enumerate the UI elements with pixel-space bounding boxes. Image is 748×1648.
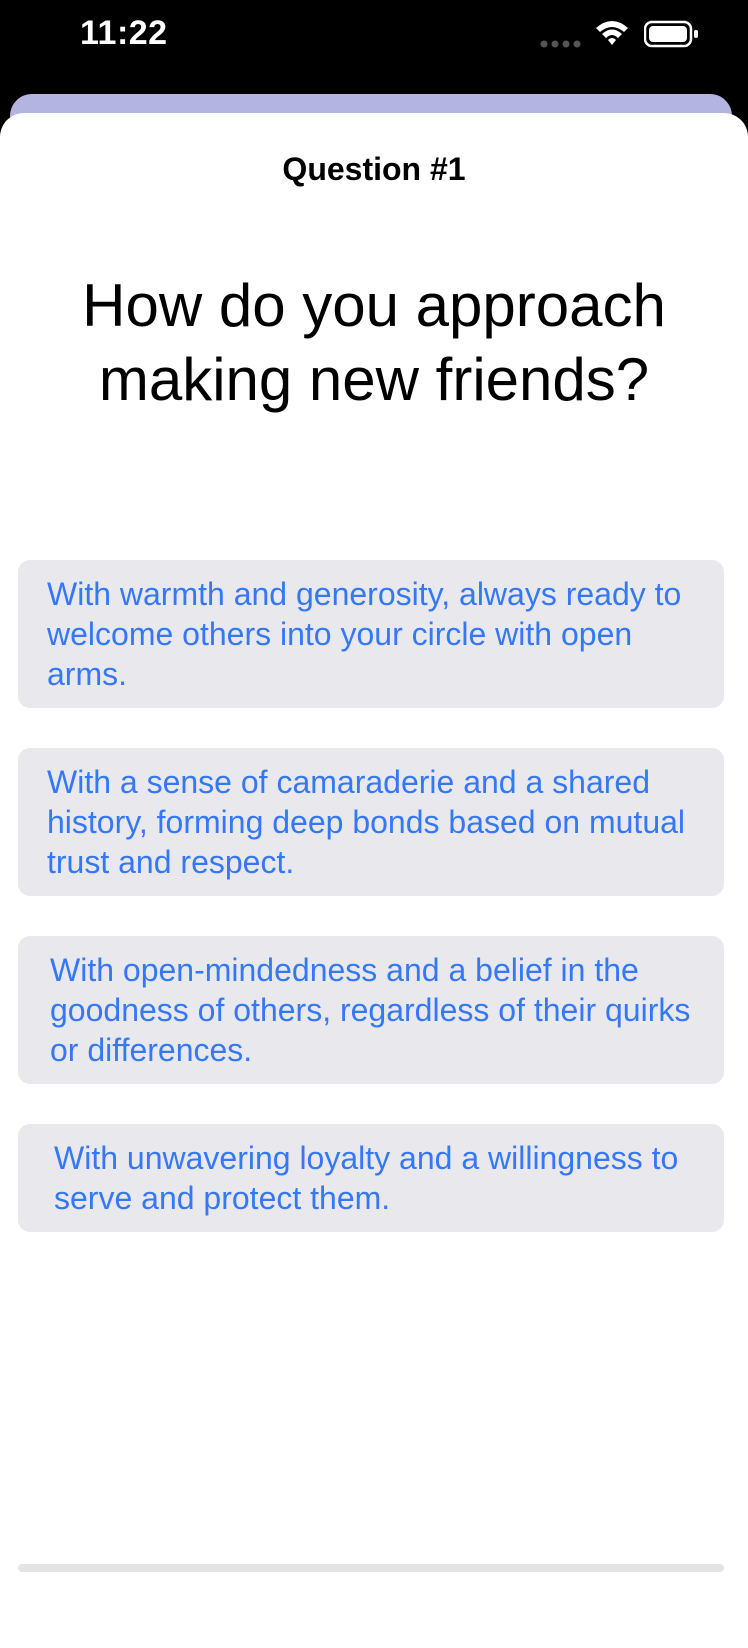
status-time: 11:22 bbox=[80, 14, 168, 52]
answer-button-2[interactable]: With a sense of camaraderie and a shared… bbox=[18, 748, 724, 896]
question-number: Question #1 bbox=[282, 151, 466, 187]
answer-button-4[interactable]: With unwavering loyalty and a willingnes… bbox=[18, 1124, 724, 1232]
battery-icon bbox=[644, 20, 698, 48]
cellular-signal-icon bbox=[540, 40, 581, 48]
wifi-icon bbox=[596, 21, 628, 45]
progress-bar bbox=[18, 1564, 724, 1572]
answer-button-1[interactable]: With warmth and generosity, always ready… bbox=[18, 560, 724, 708]
answer-button-3[interactable]: With open-mindedness and a belief in the… bbox=[18, 936, 724, 1084]
quiz-sheet: Question #1 How do you approach making n… bbox=[0, 113, 748, 1648]
answer-list: With warmth and generosity, always ready… bbox=[18, 560, 724, 1272]
question-text: How do you approach making new friends? bbox=[82, 272, 666, 413]
status-bar: 11:22 bbox=[0, 0, 748, 94]
